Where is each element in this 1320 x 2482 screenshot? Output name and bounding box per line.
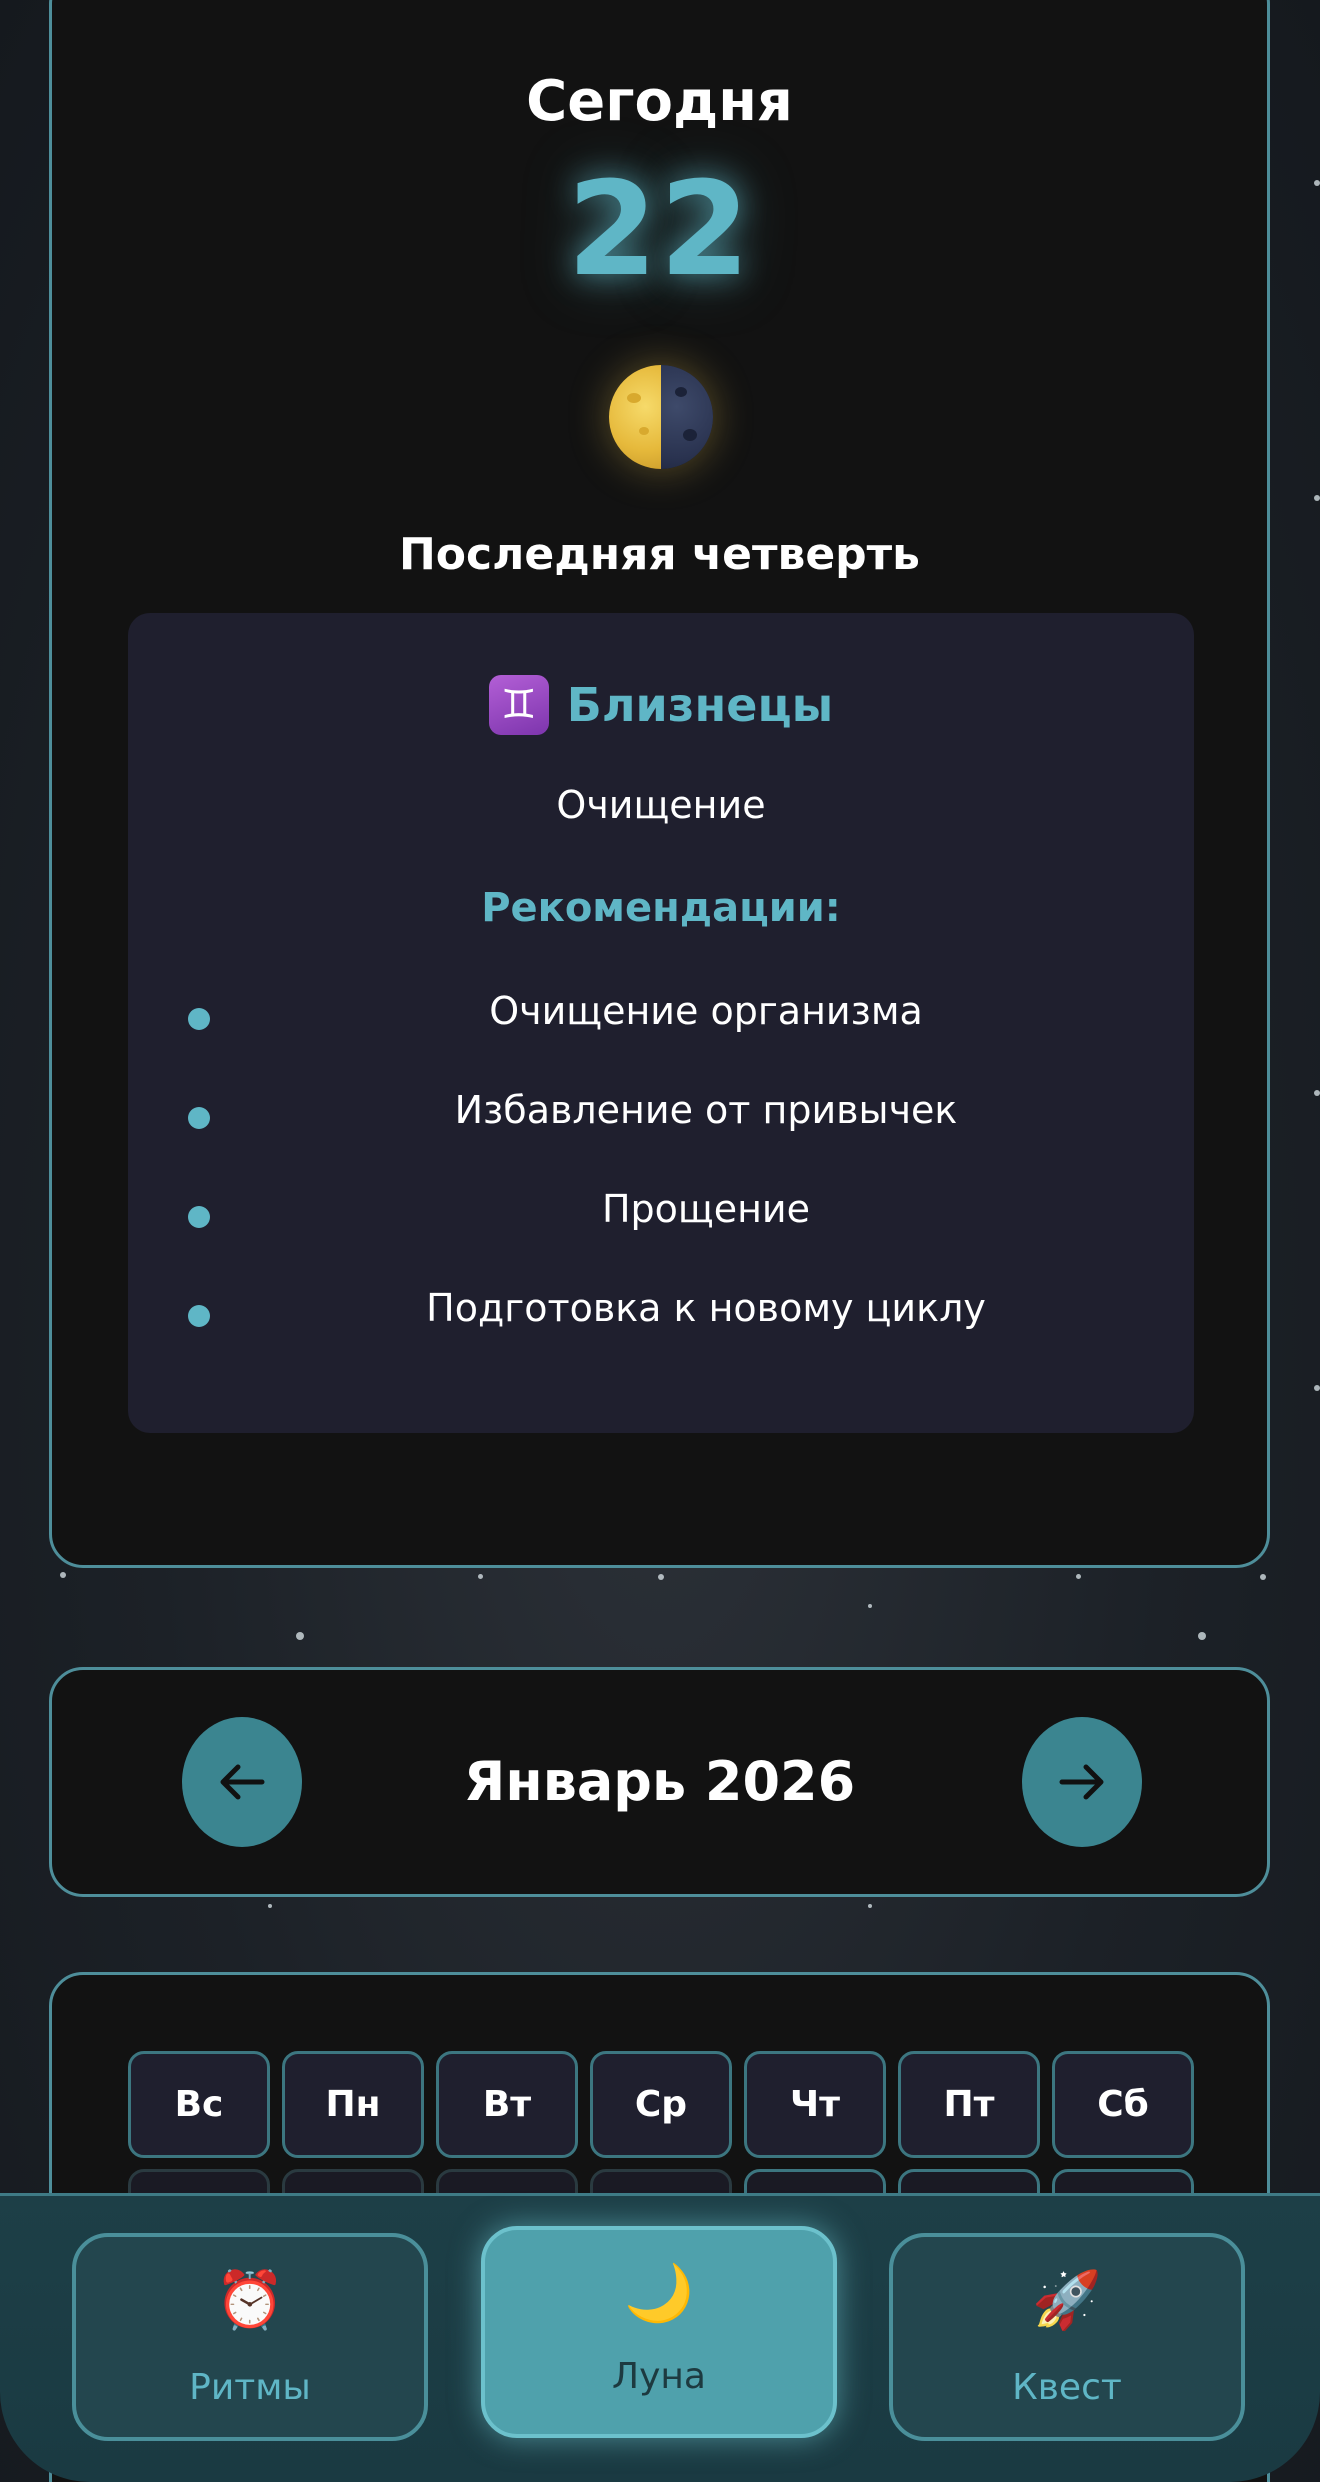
today-card: Сегодня 22 Последняя четверть ♊ Близнецы… bbox=[49, 0, 1270, 1568]
crescent-moon-icon: 🌙 bbox=[624, 2261, 694, 2326]
bullet-dot-icon bbox=[188, 1206, 210, 1228]
zodiac-heading: ♊ Близнецы bbox=[128, 675, 1194, 735]
moon-phase-name: Последняя четверть bbox=[398, 529, 921, 580]
weekday-mon: Пн bbox=[282, 2051, 424, 2158]
last-quarter-moon-icon bbox=[609, 365, 713, 469]
bullet-dot-icon bbox=[188, 1008, 210, 1030]
bottom-tab-bar: ⏰ Ритмы 🌙 Луна 🚀 Квест bbox=[0, 2193, 1320, 2482]
star bbox=[1260, 1574, 1266, 1580]
zodiac-panel: ♊ Близнецы Очищение Рекомендации: Очищен… bbox=[128, 613, 1194, 1433]
weekday-fri: Пт bbox=[898, 2051, 1040, 2158]
tab-quest[interactable]: 🚀 Квест bbox=[889, 2233, 1245, 2441]
tab-rhythms[interactable]: ⏰ Ритмы bbox=[72, 2233, 428, 2441]
arrow-right-icon bbox=[1059, 1764, 1104, 1800]
star bbox=[1314, 1385, 1320, 1391]
tab-label: Квест bbox=[1012, 2367, 1122, 2408]
recommendation-text: Избавление от привычек bbox=[454, 1088, 958, 1132]
rocket-icon: 🚀 bbox=[1032, 2268, 1102, 2333]
weekday-thu: Чт bbox=[744, 2051, 886, 2158]
moon-screen: Сегодня 22 Последняя четверть ♊ Близнецы… bbox=[0, 0, 1320, 2482]
next-month-button[interactable] bbox=[1022, 1717, 1142, 1847]
weekday-sun: Вс bbox=[128, 2051, 270, 2158]
star bbox=[868, 1604, 872, 1608]
recommendation-text: Очищение организма bbox=[489, 989, 923, 1033]
zodiac-theme: Очищение bbox=[556, 783, 766, 827]
list-item: Прощение bbox=[128, 1181, 1194, 1280]
weekday-header-row: Вс Пн Вт Ср Чт Пт Сб bbox=[128, 2051, 1194, 2158]
star bbox=[478, 1574, 483, 1579]
recommendation-text: Прощение bbox=[601, 1187, 811, 1231]
list-item: Очищение организма bbox=[128, 983, 1194, 1082]
star bbox=[296, 1632, 304, 1640]
star bbox=[268, 1904, 272, 1908]
tab-moon[interactable]: 🌙 Луна bbox=[481, 2226, 837, 2438]
bullet-dot-icon bbox=[188, 1107, 210, 1129]
weekday-wed: Ср bbox=[590, 2051, 732, 2158]
recommendation-text: Подготовка к новому циклу bbox=[426, 1286, 986, 1330]
star bbox=[658, 1574, 664, 1580]
list-item: Избавление от привычек bbox=[128, 1082, 1194, 1181]
tab-label: Ритмы bbox=[189, 2367, 311, 2408]
star bbox=[1198, 1632, 1206, 1640]
today-title: Сегодня bbox=[526, 69, 793, 134]
recommendations-title: Рекомендации: bbox=[481, 885, 841, 931]
list-item: Подготовка к новому циклу bbox=[128, 1280, 1194, 1379]
lunar-day-number: 22 bbox=[567, 153, 752, 305]
zodiac-name: Близнецы bbox=[566, 678, 834, 732]
weekday-tue: Вт bbox=[436, 2051, 578, 2158]
star bbox=[1314, 495, 1320, 501]
month-navigation: Январь 2026 bbox=[49, 1667, 1270, 1897]
star bbox=[1076, 1574, 1081, 1579]
weekday-sat: Сб bbox=[1052, 2051, 1194, 2158]
bullet-dot-icon bbox=[188, 1305, 210, 1327]
star bbox=[1314, 180, 1320, 186]
recommendations-list: Очищение организма Избавление от привыче… bbox=[128, 983, 1194, 1379]
alarm-clock-icon: ⏰ bbox=[215, 2268, 285, 2333]
gemini-icon: ♊ bbox=[488, 675, 549, 735]
star bbox=[868, 1904, 872, 1908]
star bbox=[1314, 1090, 1320, 1096]
tab-label: Луна bbox=[612, 2356, 706, 2397]
star bbox=[60, 1572, 66, 1578]
